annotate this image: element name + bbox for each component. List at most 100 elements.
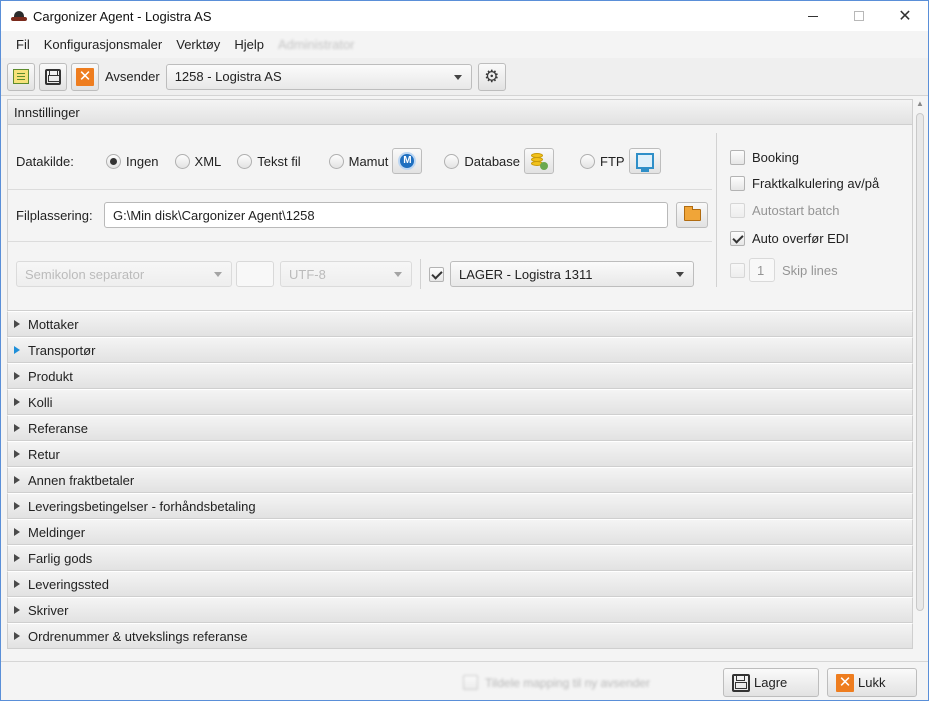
ftp-icon [635,153,654,172]
section-kolli[interactable]: Kolli [7,389,913,415]
section-annen-fraktbetaler[interactable]: Annen fraktbetaler [7,467,913,493]
option-auto-overfor-edi: Auto overfør EDI [730,231,849,246]
radio-mamut[interactable] [328,153,344,169]
radio-ftp-label: FTP [600,153,625,169]
radio-database-label: Database [464,153,521,169]
section-retur[interactable]: Retur [7,441,913,467]
encoding-dropdown[interactable]: UTF-8 [280,261,412,287]
skip-lines-label: Skip lines [782,262,838,278]
menu-bar: Fil Konfigurasjonsmaler Verktøy Hjelp Ad… [1,31,928,57]
option-fraktkalkulering: Fraktkalkulering av/på [730,176,879,191]
skip-lines-checkbox[interactable] [730,262,745,278]
save-toolbar-button[interactable] [39,62,67,91]
scrollbar-thumb[interactable] [916,113,924,611]
section-innstillinger[interactable]: Innstillinger [7,99,913,125]
datakilde-row: Datakilde: Ingen XML Tekst fil Mamut M D… [16,148,661,174]
maximize-button[interactable] [836,1,882,31]
section-leveringssted[interactable]: Leveringssted [7,571,913,597]
assign-mapping-checkbox[interactable] [463,675,478,690]
close-icon: ✕ [836,673,854,692]
menu-konfigurasjonsmaler[interactable]: Konfigurasjonsmaler [37,37,170,52]
toolbar: ✕ Avsender 1258 - Logistra AS ⚙ [1,58,928,96]
autostart-batch-checkbox[interactable] [730,203,745,218]
minimize-button[interactable] [790,1,836,31]
separator-value: Semikolon separator [25,266,145,282]
chevron-down-icon [453,74,462,80]
section-produkt[interactable]: Produkt [7,363,913,389]
title-bar: Cargonizer Agent - Logistra AS ✕ [1,1,928,31]
hat-app-icon [11,11,27,21]
datakilde-label: Datakilde: [16,153,74,169]
chevron-down-icon [214,272,222,277]
ftp-button[interactable] [628,148,661,174]
list-button[interactable] [7,62,35,91]
chevron-down-icon [676,272,684,277]
option-booking: Booking [730,150,799,165]
section-farlig-gods[interactable]: Farlig gods [7,545,913,571]
fraktkalkulering-checkbox[interactable] [730,176,745,191]
settings-button[interactable]: ⚙ [477,62,506,91]
divider [8,189,712,190]
lager-dropdown[interactable]: LAGER - Logistra 1311 [450,261,694,287]
app-window: Cargonizer Agent - Logistra AS ✕ Fil Kon… [0,0,929,701]
format-row: Semikolon separator UTF-8 LAGER - Logist… [16,259,694,289]
assign-mapping-option[interactable]: Tildele mapping til ny avsender [463,675,650,690]
close-button[interactable]: ✕ Lukk [827,668,917,697]
main-content: Innstillinger Datakilde: Ingen XML Tekst… [7,99,913,659]
lager-value: LAGER - Logistra 1311 [459,266,593,282]
menu-fil[interactable]: Fil [9,37,37,52]
database-icon [530,152,549,170]
file-location-input[interactable]: G:\Min disk\Cargonizer Agent\1258 [104,202,668,228]
chevron-down-icon [394,272,402,277]
close-icon: ✕ [76,67,94,86]
separator-dropdown[interactable]: Semikolon separator [16,261,232,287]
radio-ingen[interactable] [106,153,121,169]
radio-database[interactable] [444,153,460,169]
radio-ftp[interactable] [580,153,596,169]
autostart-batch-label: Autostart batch [752,203,840,218]
database-button[interactable] [524,148,555,174]
browse-folder-button[interactable] [676,202,708,228]
section-referanse[interactable]: Referanse [7,415,913,441]
section-innstillinger-label: Innstillinger [14,104,80,120]
radio-xml-label: XML [194,153,222,169]
delete-toolbar-button[interactable]: ✕ [71,62,99,91]
skip-lines-input[interactable]: 1 [749,258,775,282]
mamut-icon: M [398,152,417,170]
window-title: Cargonizer Agent - Logistra AS [33,8,212,24]
scroll-up-icon[interactable]: ▲ [916,99,924,108]
radio-tekst-fil[interactable] [237,153,253,169]
lager-checkbox[interactable] [429,266,444,282]
menu-hjelp[interactable]: Hjelp [227,37,271,52]
option-autostart-batch: Autostart batch [730,203,839,218]
radio-xml[interactable] [174,153,190,169]
menu-administrator[interactable]: Administrator [271,37,362,52]
vertical-scrollbar[interactable]: ▲ [914,99,926,661]
mamut-button[interactable]: M [392,148,423,174]
auto-overfor-edi-checkbox[interactable] [730,231,745,246]
section-leveringsbetingelser[interactable]: Leveringsbetingelser - forhåndsbetaling [7,493,913,519]
section-meldinger[interactable]: Meldinger [7,519,913,545]
footer-bar: Tildele mapping til ny avsender Lagre ✕ … [1,661,928,700]
options-divider [716,133,717,287]
close-window-button[interactable]: ✕ [882,1,928,31]
save-button-label: Lagre [754,675,788,690]
section-skriver[interactable]: Skriver [7,597,913,623]
file-location-label: Filplassering: [16,207,93,223]
section-mottaker[interactable]: Mottaker [7,311,913,337]
sender-dropdown[interactable]: 1258 - Logistra AS [165,63,472,90]
sender-value: 1258 - Logistra AS [174,69,282,84]
quote-char-input[interactable] [236,261,274,287]
radio-tekst-fil-label: Tekst fil [257,153,301,169]
radio-mamut-label: Mamut [348,153,389,169]
booking-label: Booking [752,150,799,165]
menu-verktoy[interactable]: Verktøy [169,37,227,52]
section-ordrenummer[interactable]: Ordrenummer & utvekslings referanse [7,623,913,649]
sender-label: Avsender [105,69,160,84]
encoding-value: UTF-8 [289,266,326,282]
booking-checkbox[interactable] [730,150,745,165]
section-transportor[interactable]: Transportør [7,337,913,363]
settings-panel: Datakilde: Ingen XML Tekst fil Mamut M D… [7,125,913,311]
save-button[interactable]: Lagre [723,668,819,697]
fraktkalkulering-label: Fraktkalkulering av/på [752,176,880,191]
